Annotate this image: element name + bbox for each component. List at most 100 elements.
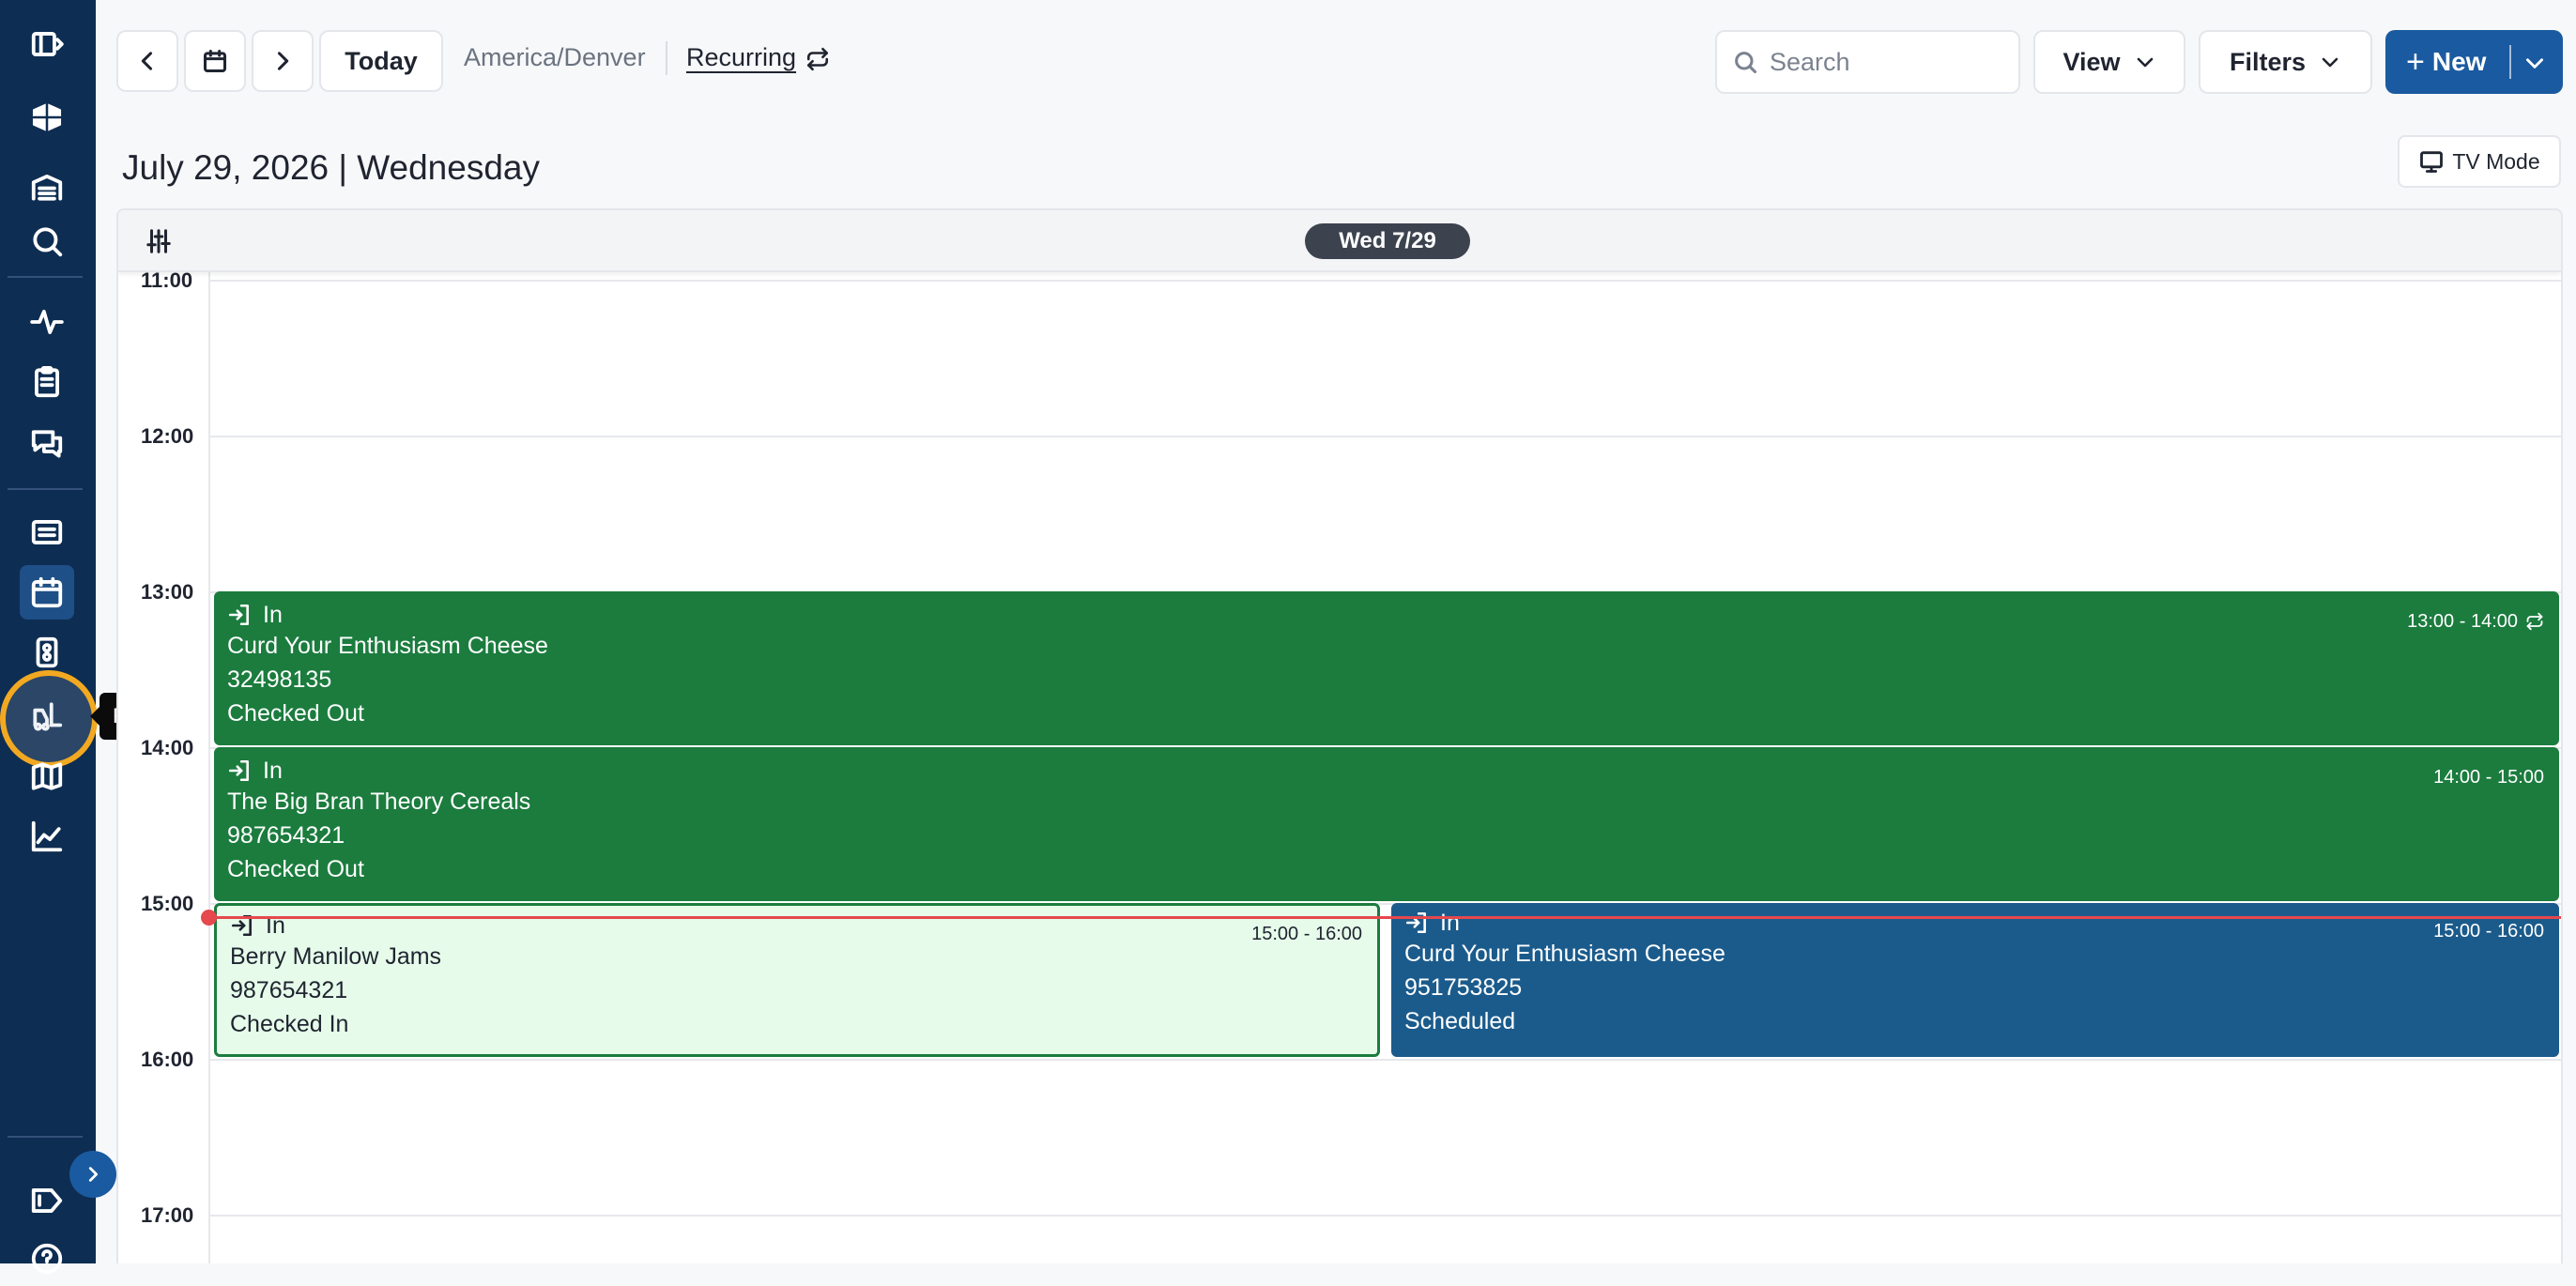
login-icon xyxy=(228,759,249,782)
view-label: View xyxy=(2062,47,2121,76)
toolbar-divider xyxy=(666,41,667,75)
appointment-time: 13:00 - 14:00 xyxy=(2407,605,2544,638)
sidebar-divider xyxy=(8,276,83,278)
login-icon xyxy=(228,604,249,626)
new-dropdown-toggle[interactable] xyxy=(2522,51,2547,75)
tv-mode-label: TV Mode xyxy=(2452,148,2540,174)
today-button[interactable]: Today xyxy=(319,30,443,92)
appointment-time: 14:00 - 15:00 xyxy=(2433,760,2544,794)
carrier-name: The Big Bran Theory Cereals xyxy=(227,788,531,815)
recurring-link[interactable]: Recurring xyxy=(686,43,796,72)
direction-label: In xyxy=(263,758,283,784)
forklift-icon[interactable] xyxy=(20,689,74,743)
carrier-name: Curd Your Enthusiasm Cheese xyxy=(1404,941,1725,967)
login-icon xyxy=(1405,911,1426,934)
filters-dropdown[interactable]: Filters xyxy=(2199,30,2372,94)
search-icon xyxy=(1735,52,1757,74)
hour-label: 12:00 xyxy=(141,424,194,448)
reference-number: 951753825 xyxy=(1404,974,1523,1001)
sidebar: Forklift xyxy=(0,0,188,1275)
appointment-status: Checked Out xyxy=(227,856,364,882)
hour-label: 15:00 xyxy=(141,892,194,915)
direction-label: In xyxy=(263,602,283,628)
warehouse-icon[interactable] xyxy=(20,160,74,214)
next-day-button[interactable] xyxy=(252,30,314,92)
monitor-icon xyxy=(2420,151,2444,173)
hour-label: 13:00 xyxy=(141,580,194,604)
tv-mode-button[interactable]: TV Mode xyxy=(2398,135,2561,188)
appointment-direction: In xyxy=(1404,909,2546,937)
map-icon[interactable] xyxy=(20,749,74,804)
repeat-icon xyxy=(805,47,830,71)
list-icon[interactable] xyxy=(20,505,74,559)
chevron-down-icon xyxy=(2137,57,2153,68)
filters-label: Filters xyxy=(2229,47,2307,76)
reference-number: 987654321 xyxy=(227,822,345,849)
hour-gridline xyxy=(210,280,2561,282)
chevron-left-icon xyxy=(141,52,153,70)
hour-label: 14:00 xyxy=(141,736,194,759)
timezone-label[interactable]: America/Denver xyxy=(464,43,646,72)
plus-icon: + xyxy=(2406,44,2425,80)
chart-icon[interactable] xyxy=(20,809,74,864)
hour-label: 16:00 xyxy=(141,1048,194,1071)
repeat-icon xyxy=(2526,612,2543,631)
hour-gridline xyxy=(210,1215,2561,1217)
calendar-icon[interactable] xyxy=(20,565,74,620)
direction-label: In xyxy=(1440,910,1460,936)
appointment-direction: In xyxy=(227,757,2546,785)
calendar-icon xyxy=(203,49,227,73)
appointment-status: Checked In xyxy=(230,1011,349,1037)
time-range: 15:00 - 16:00 xyxy=(1251,924,1362,944)
page-title: July 29, 2026 | Wednesday xyxy=(122,148,540,187)
new-button-divider xyxy=(2509,45,2511,79)
appointment-card[interactable]: In Curd Your Enthusiasm Cheese 32498135 … xyxy=(214,591,2559,745)
chevron-right-icon xyxy=(277,52,289,70)
current-time-dot xyxy=(201,910,217,926)
reference-number: 987654321 xyxy=(230,977,348,1003)
calendar-header: Wed 7/29 xyxy=(118,210,2561,272)
help-icon[interactable] xyxy=(20,1232,74,1286)
sidebar-divider xyxy=(8,488,83,490)
search-field[interactable] xyxy=(1715,30,2020,94)
sidebar-toggle-icon[interactable] xyxy=(20,17,74,71)
new-button[interactable]: + New xyxy=(2385,30,2563,94)
appointment-status: Scheduled xyxy=(1404,1008,1516,1034)
prev-day-button[interactable] xyxy=(116,30,178,92)
appointment-time: 15:00 - 16:00 xyxy=(2433,914,2544,948)
appointment-card[interactable]: In Curd Your Enthusiasm Cheese 951753825… xyxy=(1391,903,2559,1057)
logo-icon[interactable] xyxy=(20,90,74,145)
current-time-line xyxy=(210,916,2561,919)
appointment-direction: In xyxy=(227,601,2546,629)
app: Forklift Today America/Denver Recurring xyxy=(0,0,2576,1275)
chat-icon[interactable] xyxy=(20,417,74,471)
search-input[interactable] xyxy=(1770,47,1995,77)
search-icon[interactable] xyxy=(20,214,74,268)
day-calendar: Wed 7/29 11:00 12:00 13:00 14:00 15:00 1… xyxy=(116,208,2563,1263)
new-label: New xyxy=(2431,47,2487,76)
hour-gridline xyxy=(210,1059,2561,1061)
view-dropdown[interactable]: View xyxy=(2033,30,2185,94)
clipboard-icon[interactable] xyxy=(20,355,74,409)
day-column-header[interactable]: Wed 7/29 xyxy=(1305,223,1470,259)
carrier-name: Curd Your Enthusiasm Cheese xyxy=(227,633,548,659)
time-gutter-divider xyxy=(208,272,210,1263)
appointment-card[interactable]: In The Big Bran Theory Cereals 987654321… xyxy=(214,747,2559,901)
date-picker-button[interactable] xyxy=(184,30,246,92)
sidebar-divider xyxy=(8,1136,83,1138)
sidebar-expand-button[interactable] xyxy=(69,1151,116,1198)
carrier-name: Berry Manilow Jams xyxy=(230,943,442,970)
direction-label: In xyxy=(266,912,285,939)
hour-gridline xyxy=(210,436,2561,437)
appointment-status: Checked Out xyxy=(227,700,364,727)
activity-icon[interactable] xyxy=(20,295,74,349)
time-range: 13:00 - 14:00 xyxy=(2407,611,2518,632)
hour-label: 17:00 xyxy=(141,1203,194,1227)
appointment-card[interactable]: In Berry Manilow Jams 987654321 Checked … xyxy=(214,903,1380,1057)
tag-icon[interactable] xyxy=(20,1173,74,1228)
appointment-time: 15:00 - 16:00 xyxy=(1251,917,1362,951)
time-range: 15:00 - 16:00 xyxy=(2433,921,2544,942)
chevron-down-icon xyxy=(2526,58,2543,69)
chevron-right-icon xyxy=(88,1167,99,1182)
sliders-icon[interactable] xyxy=(145,227,173,255)
